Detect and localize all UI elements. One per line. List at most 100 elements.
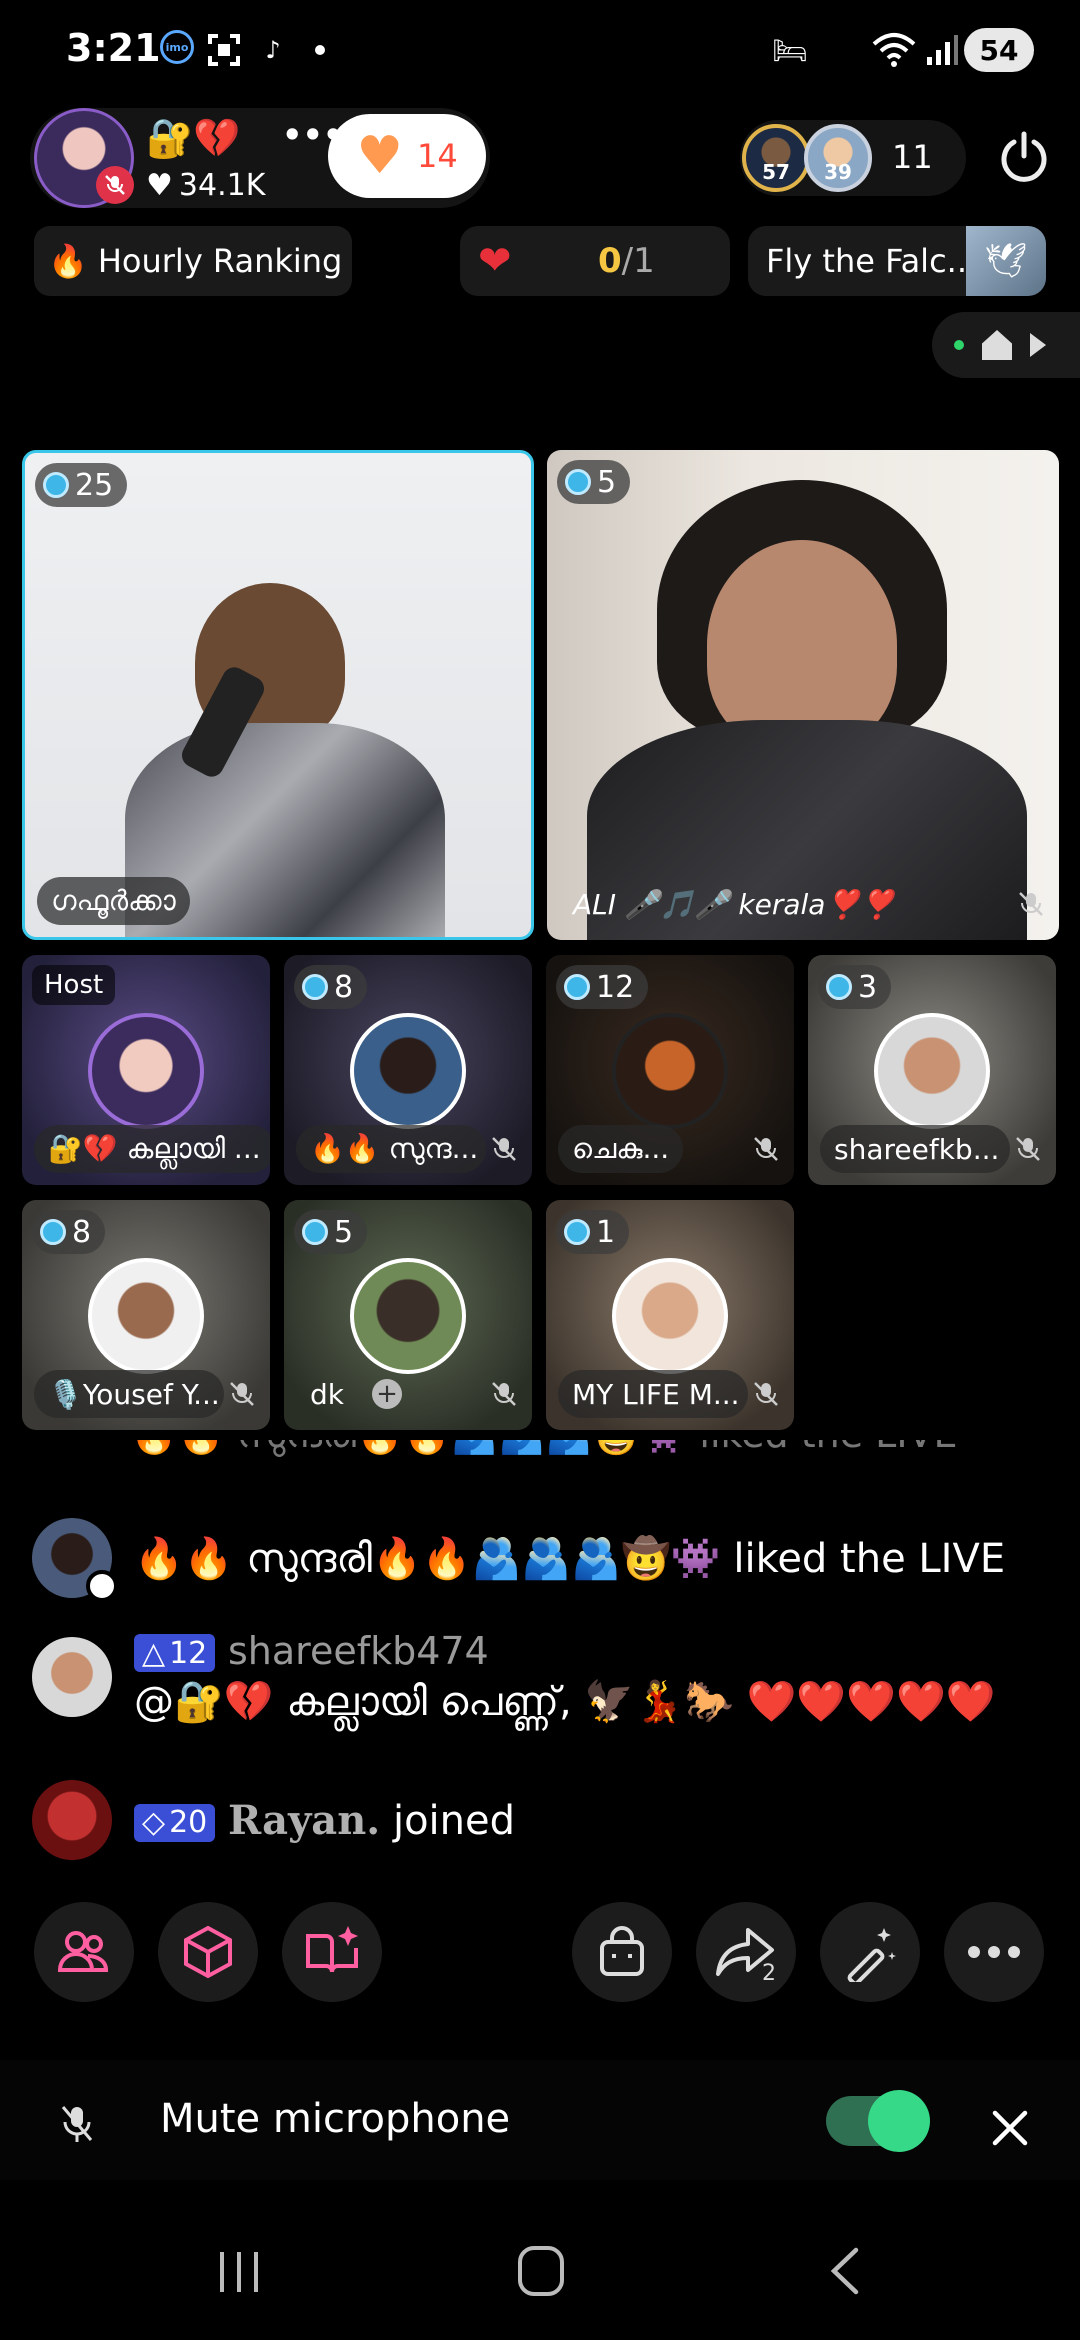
seat-name-container: dk + — [296, 1370, 416, 1418]
viewer-avatar[interactable]: 57 — [742, 124, 810, 192]
heart-outline-icon: ♥ — [146, 168, 173, 203]
close-icon[interactable] — [990, 2108, 1030, 2148]
mini-controls[interactable] — [932, 312, 1080, 378]
hourly-ranking-button[interactable]: 🔥 Hourly Ranking — [34, 226, 352, 296]
main-seat-2[interactable]: 5 ALI 🎤🎵🎤 kerala❣️❣️ — [547, 450, 1059, 940]
chat-avatar[interactable] — [32, 1780, 112, 1860]
book-button[interactable] — [282, 1902, 382, 2002]
back-icon[interactable] — [826, 2246, 866, 2296]
event-banner[interactable]: Fly the Falc... 🕊 — [748, 226, 1046, 296]
seat-level: 5 — [597, 464, 617, 500]
seat-username: 🎙️Yousef Y... — [34, 1370, 224, 1418]
main-seat-1[interactable]: 25 ഗഫൂർക്കാ — [22, 450, 534, 940]
home-icon[interactable] — [982, 330, 1012, 360]
heart-count: 14 — [416, 137, 458, 175]
seat-level: 8 — [72, 1214, 92, 1250]
goal-progress-button[interactable]: ❤ 0/1 — [460, 226, 730, 296]
mic-muted-icon — [492, 1382, 516, 1406]
level-gem-icon — [40, 1219, 66, 1245]
follow-heart-button[interactable]: ♥ 14 — [328, 114, 486, 198]
seat-avatar — [88, 1013, 204, 1129]
shopping-bag-icon — [600, 1926, 644, 1976]
host-tag: Host — [32, 965, 116, 1005]
user-level-badge: ◇ 20 — [134, 1803, 216, 1842]
viewer-avatar[interactable]: 39 — [804, 124, 872, 192]
exit-power-button[interactable] — [990, 122, 1058, 190]
add-icon[interactable]: + — [372, 1379, 402, 1409]
viewer-count: 11 — [892, 138, 933, 176]
users-button[interactable] — [34, 1902, 134, 2002]
level-gem-icon — [565, 469, 591, 495]
share-button[interactable]: 2 — [696, 1902, 796, 2002]
grid-seat-host[interactable]: Host 🔐💔 കല്ലായി ... — [22, 955, 270, 1185]
home-button-icon[interactable] — [516, 2244, 566, 2298]
share-count: 2 — [762, 1961, 776, 1986]
level-gem-icon — [43, 472, 69, 498]
level-gem-icon — [826, 974, 852, 1000]
seat-level: 5 — [334, 1214, 354, 1250]
seat-level-badge: 3 — [818, 965, 892, 1009]
seat-username: 🔥🔥 സുന്ദ... — [296, 1125, 486, 1173]
dove-icon: 🕊 — [966, 226, 1046, 296]
seat-avatar — [874, 1013, 990, 1129]
viewer-list[interactable]: 57 39 11 — [740, 120, 966, 196]
seat-username: MY LIFE M... — [558, 1370, 748, 1418]
grid-seat-2[interactable]: 8 🔥🔥 സുന്ദ... — [284, 955, 532, 1185]
mute-microphone-label: Mute microphone — [160, 2096, 511, 2142]
viewer-level: 57 — [762, 160, 790, 184]
user-level-badge: △ 12 — [134, 1634, 216, 1672]
grid-seat-5[interactable]: 8 🎙️Yousef Y... — [22, 1200, 270, 1430]
badge-level: 12 — [169, 1635, 208, 1671]
seat-username: ചെകു... — [558, 1125, 684, 1173]
notification-dot-icon — [312, 30, 328, 70]
live-ring-icon — [86, 1570, 118, 1602]
seat-username: 🔐💔 കല്ലായി ... — [34, 1125, 270, 1173]
chat-message: 🔥🔥 സുന്ദരി🔥🔥🫂🫂🫂🤠👾 liked the LIVE — [32, 1518, 1006, 1602]
goal-current: 0 — [598, 241, 622, 281]
seat-level-badge: 8 — [32, 1210, 106, 1254]
seat-username: ALI 🎤🎵🎤 kerala❣️❣️ — [573, 887, 896, 921]
seat-level: 8 — [334, 969, 354, 1005]
more-options-button[interactable] — [944, 1902, 1044, 2002]
seat-level: 25 — [75, 467, 114, 503]
gift-box-button[interactable] — [158, 1902, 258, 2002]
chat-text: joined — [392, 1797, 516, 1844]
shop-button[interactable] — [572, 1902, 672, 2002]
seat-avatar — [612, 1013, 728, 1129]
mic-muted-icon — [1019, 892, 1043, 916]
live-chat[interactable]: 🔥🔥 സുന്ദരി🔥🔥🫂🫂🫂🤠👾 liked the LIVE 🔥🔥 സുന്… — [0, 1440, 1080, 1870]
heart-icon: ❤ — [478, 238, 512, 284]
level-gem-icon — [302, 974, 328, 1000]
host-likes: ♥ 34.1K — [146, 168, 265, 203]
goal-total: /1 — [621, 241, 655, 281]
seat-level: 12 — [596, 969, 635, 1005]
tiktok-icon: ♪ — [265, 36, 281, 64]
mute-microphone-bar: Mute microphone — [0, 2060, 1080, 2180]
chat-username[interactable]: Rayan. — [228, 1797, 380, 1844]
badge-level: 20 — [169, 1805, 208, 1840]
seat-level: 1 — [596, 1214, 616, 1250]
seat-username: dk — [310, 1377, 344, 1411]
imo-icon: imo — [160, 30, 194, 64]
magic-wand-button[interactable] — [820, 1902, 920, 2002]
chat-message: △ 12 shareefkb474 @🔐💔 കല്ലായി പെണ്ണ്, 🦅💃… — [32, 1628, 996, 1725]
chat-avatar[interactable] — [32, 1636, 112, 1717]
seat-username: shareefkb... — [820, 1125, 1010, 1173]
chat-text: 🔥🔥 സുന്ദരി🔥🔥🫂🫂🫂🤠👾 liked the LIVE — [134, 1535, 1006, 1582]
seat-level-badge: 5 — [557, 460, 631, 504]
heart-icon: ♥ — [356, 126, 403, 186]
play-arrow-icon[interactable] — [1030, 333, 1046, 357]
level-gem-icon — [564, 974, 590, 1000]
online-dot-icon — [954, 340, 964, 350]
grid-seat-3[interactable]: 12 ചെകു... — [546, 955, 794, 1185]
grid-seat-6[interactable]: 5 dk + — [284, 1200, 532, 1430]
chat-avatar[interactable] — [32, 1518, 118, 1602]
grid-seat-7[interactable]: 1 MY LIFE M... — [546, 1200, 794, 1430]
mute-microphone-toggle[interactable] — [826, 2090, 930, 2152]
chat-body: △ 12 shareefkb474 @🔐💔 കല്ലായി പെണ്ണ്, 🦅💃… — [134, 1628, 996, 1725]
event-label: Fly the Falc... — [766, 242, 978, 280]
recent-apps-icon[interactable] — [214, 2250, 264, 2294]
chat-username[interactable]: shareefkb474 — [228, 1629, 489, 1673]
grid-seat-4[interactable]: 3 shareefkb... — [808, 955, 1056, 1185]
level-gem-icon — [564, 1219, 590, 1245]
